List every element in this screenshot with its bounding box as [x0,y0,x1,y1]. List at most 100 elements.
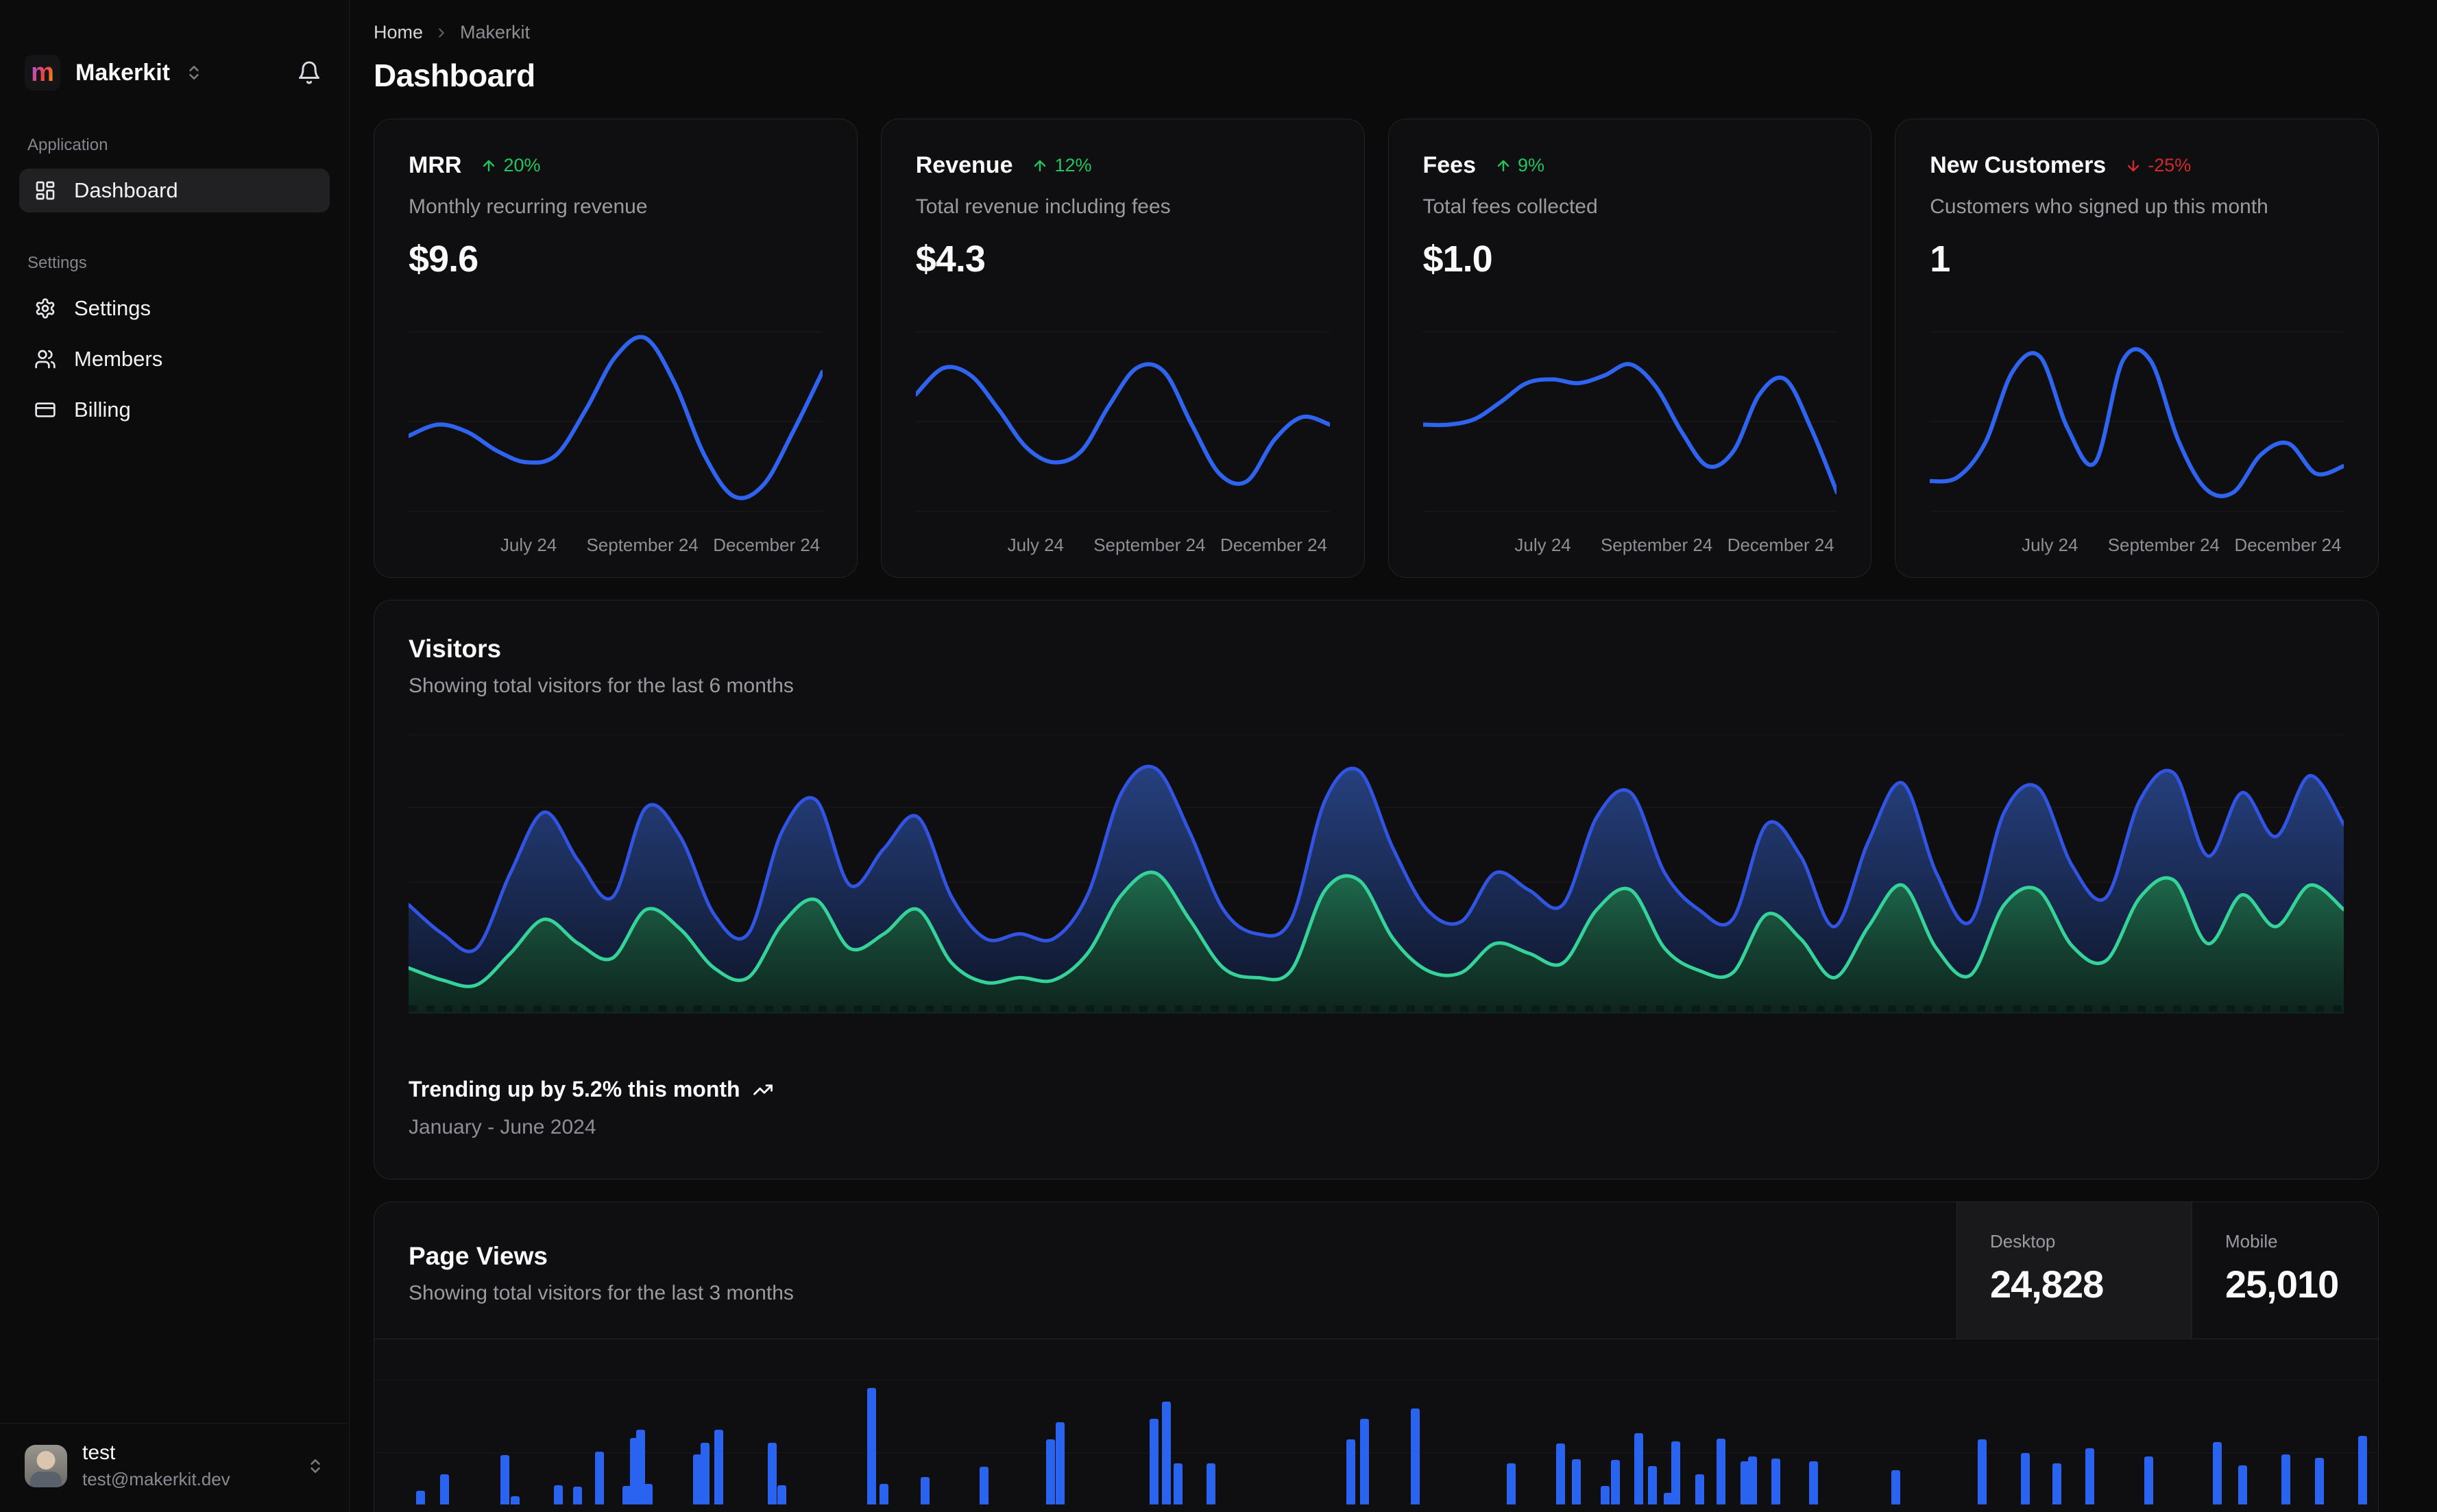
trending-up-icon [753,1080,773,1100]
bar [1161,1402,1171,1504]
stat-card-revenue: Revenue 12% Total revenue including fees… [880,119,1365,578]
bar [1610,1460,1620,1504]
bar [1808,1461,1818,1504]
bar [867,1388,877,1504]
bar [979,1467,989,1504]
bar [1771,1459,1781,1504]
bar [767,1443,777,1504]
notifications-button[interactable] [297,60,322,85]
bar [1410,1409,1420,1504]
bar [1056,1422,1065,1504]
bar [1359,1419,1369,1504]
bar [1173,1463,1183,1504]
nav-section-application: Application [27,136,108,154]
chevron-right-icon [434,25,449,40]
chevrons-up-down-icon [185,64,203,82]
visitors-axis-ticks [409,1005,2344,1012]
bar [920,1477,930,1504]
bar [510,1496,520,1504]
bar [2020,1453,2030,1504]
stat-title: Revenue [915,152,1013,178]
sidebar-item-label: Dashboard [74,178,178,202]
bar [2085,1448,2095,1504]
stat-card-fees: Fees 9% Total fees collected $1.0 July 2… [1387,119,1872,578]
bar [2238,1465,2248,1504]
bar [1150,1419,1159,1504]
fees-sparkline-chart [1423,317,1837,522]
users-icon [34,348,56,370]
sidebar-item-settings[interactable]: Settings [19,286,330,330]
tab-mobile[interactable]: Mobile 25,010 [2192,1202,2378,1339]
stat-delta: 9% [1495,155,1544,176]
bar [1045,1439,1055,1504]
sidebar-item-members[interactable]: Members [19,337,330,381]
mrr-sparkline-chart [409,317,823,522]
sidebar-nav: Application Dashboard Settings Settings … [0,136,349,439]
credit-card-icon [34,399,56,421]
bar [2213,1442,2222,1504]
bar [416,1491,426,1504]
revenue-sparkline-chart [916,317,1330,522]
workspace-switcher[interactable]: m Makerkit [25,55,203,90]
stat-title: MRR [409,152,462,178]
stat-value: 1 [1930,239,1950,280]
arrow-up-icon [1497,160,1510,171]
bar [1555,1443,1565,1504]
stat-title: New Customers [1930,152,2107,178]
stat-cards-row: MRR 20% Monthly recurring revenue $9.6 J… [374,119,2379,578]
dashboard-icon [34,180,56,202]
bar [1601,1486,1610,1504]
visitors-title: Visitors [409,635,502,663]
user-name: test [82,1441,116,1464]
bar [439,1474,449,1504]
visitors-footer: Trending up by 5.2% this month January -… [374,1077,2378,1139]
bar [1634,1433,1644,1504]
app-root: m Makerkit Application Dashboard Setting… [0,0,2437,1512]
stat-delta: 12% [1032,155,1092,176]
bar [1346,1439,1355,1504]
user-email: test@makerkit.dev [82,1469,230,1489]
bar [500,1455,510,1504]
bar [2357,1436,2367,1504]
main-content: Home Makerkit Dashboard MRR 20% Monthly … [350,0,2437,1512]
nav-section-settings: Settings [27,254,87,272]
bar [1648,1466,1658,1504]
tab-desktop[interactable]: Desktop 24,828 [1956,1202,2192,1339]
stat-card-mrr: MRR 20% Monthly recurring revenue $9.6 J… [374,119,858,578]
stat-description: Monthly recurring revenue [409,195,648,218]
bar [2144,1456,2153,1504]
breadcrumb-home[interactable]: Home [374,22,423,43]
stat-description: Total fees collected [1422,195,1598,218]
sidebar-item-label: Billing [74,398,131,422]
stat-delta: -25% [2125,155,2191,176]
bar [1748,1456,1758,1504]
bar [714,1430,724,1504]
stat-description: Total revenue including fees [915,195,1171,218]
bar [1891,1470,1900,1504]
chevrons-up-down-icon [306,1457,324,1475]
sparkline-x-axis: July 24 September 24 December 24 [2022,535,2342,555]
makerkit-logo: m [25,55,60,90]
stat-card-new-customers: New Customers -25% Customers who signed … [1895,119,2379,578]
breadcrumb: Home Makerkit [374,22,2379,43]
sidebar-header: m Makerkit [0,0,349,90]
breadcrumb-current: Makerkit [460,22,531,42]
sidebar-item-billing[interactable]: Billing [19,388,330,432]
user-menu[interactable]: test test@makerkit.dev [0,1423,349,1512]
sidebar: m Makerkit Application Dashboard Setting… [0,0,350,1512]
bar [2314,1458,2324,1504]
new-customers-sparkline-chart [1930,317,2344,522]
stat-description: Customers who signed up this month [1930,195,2268,218]
bar [879,1484,888,1504]
sparkline-x-axis: July 24 September 24 December 24 [1514,535,1834,555]
bar [553,1485,563,1504]
page-title: Dashboard [374,58,535,93]
sparkline-x-axis: July 24 September 24 December 24 [1007,535,1328,555]
bell-icon [297,60,322,85]
page-views-bar-chart [409,1339,2370,1504]
bar [1717,1439,1726,1504]
visitors-date-range: January - June 2024 [409,1116,596,1138]
bar [1207,1463,1216,1504]
sidebar-item-dashboard[interactable]: Dashboard [19,169,330,212]
page-views-card: Page Views Showing total visitors for th… [374,1202,2379,1512]
